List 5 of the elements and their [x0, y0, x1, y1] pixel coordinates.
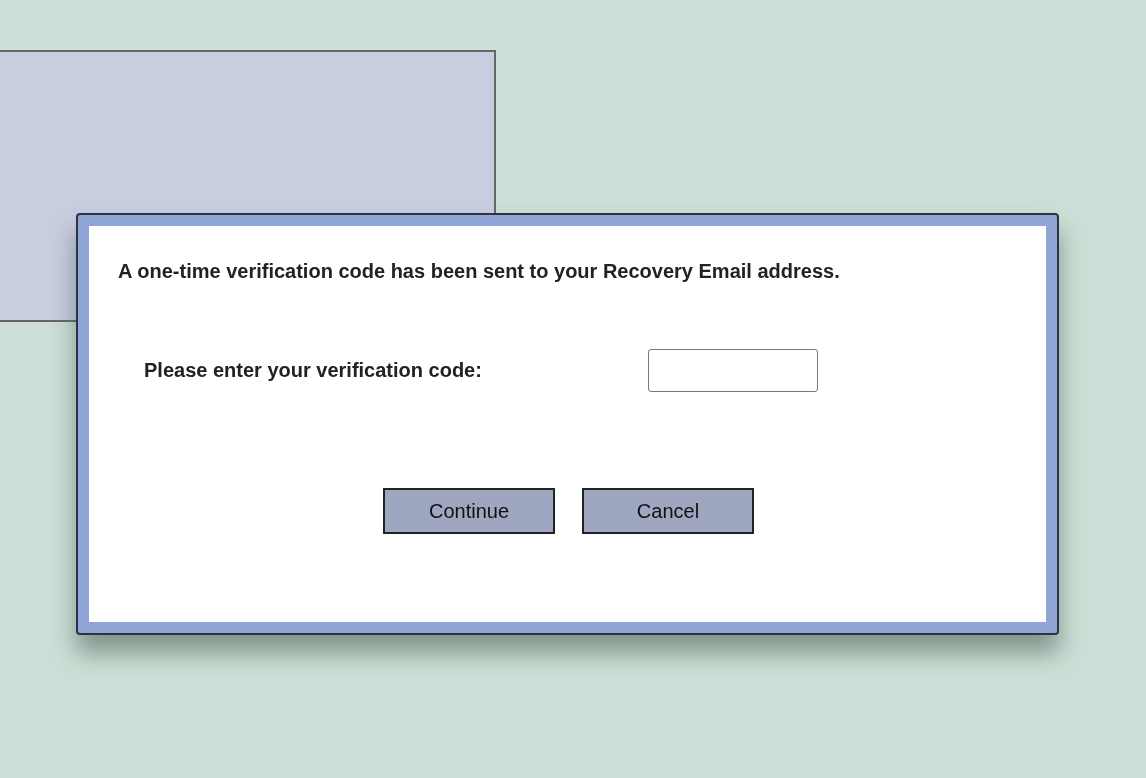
cancel-button[interactable]: Cancel [582, 488, 754, 534]
code-input-field[interactable] [648, 349, 818, 392]
message-text: A one-time verification code has been sent to your Recovery Email address. [118, 260, 841, 282]
prompt-label: Please enter your verification code: [144, 359, 483, 382]
continue-button[interactable]: Continue [383, 488, 555, 534]
